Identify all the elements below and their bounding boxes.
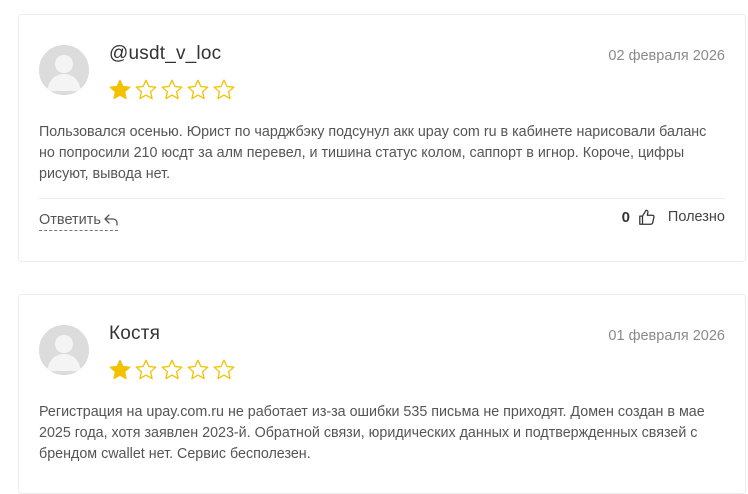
rating-stars — [108, 78, 236, 102]
star-empty-icon — [213, 79, 235, 100]
star-empty-icon — [135, 79, 157, 100]
reply-label: Ответить — [39, 212, 101, 228]
review-date: 01 февраля 2026 — [608, 328, 725, 344]
like-area: 0 Полезно — [622, 208, 725, 226]
star-empty-icon — [187, 359, 209, 380]
like-count: 0 — [621, 208, 630, 226]
thumbs-up-icon[interactable] — [638, 208, 656, 226]
reply-button[interactable]: Ответить — [39, 212, 118, 231]
review-text: Пользовался осенью. Юрист по чарджбэку п… — [39, 124, 707, 182]
review-author: Костя — [109, 323, 161, 344]
divider — [39, 198, 725, 199]
avatar — [39, 45, 89, 95]
review-text: Регистрация на upay.com.ru не работает и… — [39, 404, 705, 462]
star-empty-icon — [135, 359, 157, 380]
reply-arrow-icon — [104, 214, 118, 226]
review-date: 02 февраля 2026 — [608, 48, 725, 64]
user-placeholder-icon — [39, 325, 89, 375]
review-card: @usdt_v_loc 02 февраля 2026 Пользовался … — [18, 14, 746, 262]
review-card: Костя 01 февраля 2026 Регистрация на upa… — [18, 294, 746, 494]
user-placeholder-icon — [39, 45, 89, 95]
star-filled-icon — [109, 359, 131, 380]
review-author: @usdt_v_loc — [109, 43, 222, 64]
star-filled-icon — [109, 79, 131, 100]
avatar — [39, 325, 89, 375]
star-empty-icon — [187, 79, 209, 100]
star-empty-icon — [161, 359, 183, 380]
star-empty-icon — [213, 359, 235, 380]
star-empty-icon — [161, 79, 183, 100]
useful-button[interactable]: Полезно — [668, 209, 725, 225]
rating-stars — [108, 358, 236, 382]
